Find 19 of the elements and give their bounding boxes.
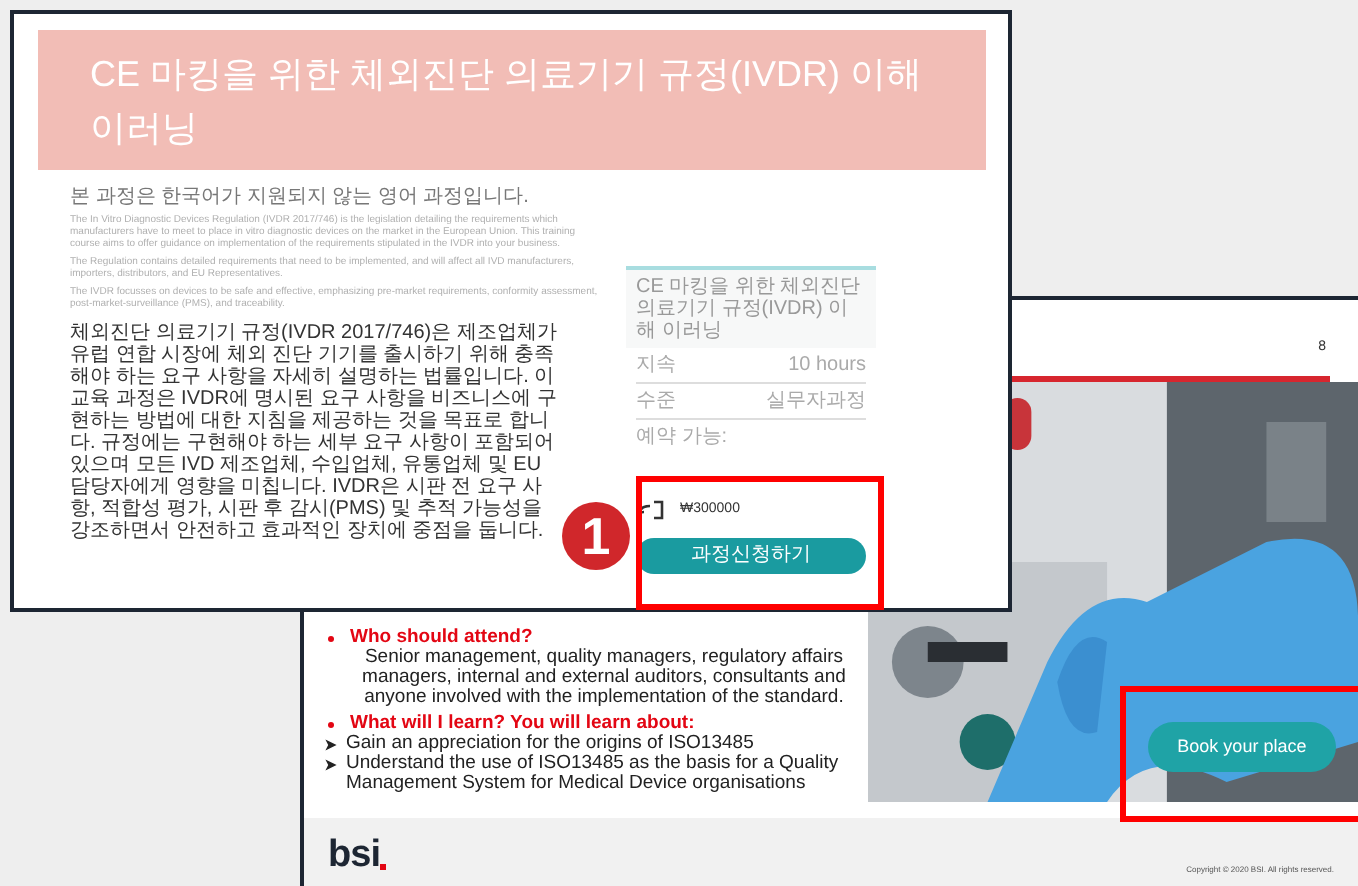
detail-label: 지속 [636, 354, 676, 376]
bsi-logo: bsi [328, 836, 387, 874]
sidebar-title: CE 마킹을 위한 체외진단 의료기기 규정(IVDR) 이해 이러닝 [636, 276, 863, 342]
notice-text: 본 과정은 한국어가 지원되지 않는 영어 과정입니다. [70, 186, 531, 208]
bullet-icon [328, 721, 334, 727]
list-item: Understand the use of ISO13485 as the basis for a Quality Management System for Medical Device organisations [346, 754, 841, 794]
list-item: Gain an appreciation for the origins of ISO13485 [346, 734, 754, 754]
section-heading: What will I learn? You will learn about: [350, 714, 695, 734]
section-heading: Who should attend? [350, 628, 533, 648]
availability-label: 예약 가능: [636, 426, 730, 448]
course-title: CE 마킹을 위한 체외진단 의료기기 규정(IVDR) 이해 이러닝 [90, 54, 923, 148]
bullet-icon [328, 635, 334, 641]
detail-label: 수준 [636, 390, 676, 412]
detail-value: 실무자과정 [766, 390, 866, 412]
summary-text: 체외진단 의료기기 규정(IVDR 2017/746)은 제조업체가 유럽 연합 시장에 체외 진단 기기를 출시하기 위해 충족해야 하는 요구 사항을 자세히 설명하는 법률입니다. 이 교육 과정은 IVDR에 명시된 요구 사항을 비즈니스에 구현하는 방법에 대한 지침을 제공하는 것을 목표로 합니다. 규정에는 구현해야 하는 세부 요구 사항이 포함되어 있으며 모든 IVD 제조업체, 수입업체, 유통업체 및 EU 담당자에게 영향을 미칩니다. IVDR은 시판 전 요구 사항, 적합성 평가, 시판 후 감시(PMS) 및 추적 가능성을 강조하면서 안전하고 효과적인 장치에 중점을 둡니다. [70, 322, 558, 542]
apply-button[interactable]: 과정신청하기 [636, 537, 866, 573]
paragraph: Senior management, quality managers, regulatory affairs managers, internal and external auditors, consultants and anyone involved with the implementation of the standard. [360, 648, 848, 708]
book-button[interactable]: Book your place [1147, 722, 1336, 772]
detail-value: 10 hours [788, 354, 866, 376]
